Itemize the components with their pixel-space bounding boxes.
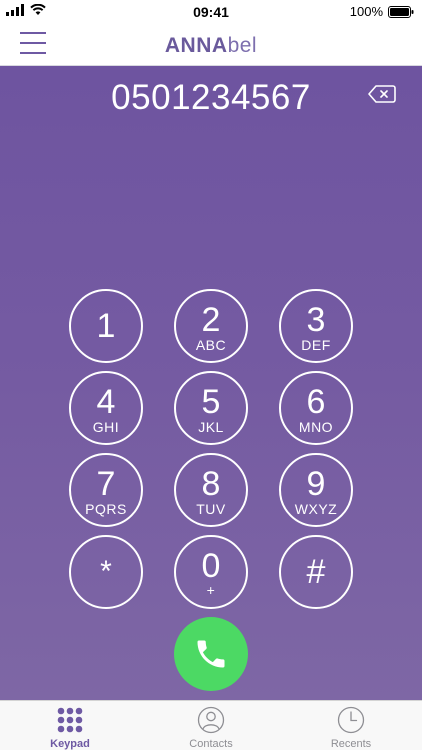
key-letters: PQRS (85, 501, 127, 517)
clock-icon (337, 706, 365, 734)
key-digit: 7 (96, 465, 116, 503)
tab-label: Recents (330, 738, 372, 750)
status-right: 100% (350, 4, 414, 19)
key-letters: DEF (301, 337, 331, 353)
key-9[interactable]: 9 WXYZ (279, 453, 353, 527)
dialed-number: 0501234567 (111, 78, 311, 117)
battery-icon (388, 5, 414, 18)
brand-bold-text: ANNA (164, 34, 228, 57)
key-digit: 1 (96, 307, 116, 345)
app-header: ANNAbel (0, 22, 422, 66)
key-star[interactable]: * (69, 535, 143, 609)
key-4[interactable]: 4 GHI (69, 371, 143, 445)
key-letters: GHI (92, 419, 120, 435)
key-digit: 3 (306, 301, 326, 339)
brand-logo: ANNAbel (0, 34, 422, 58)
key-letters: + (206, 582, 216, 598)
key-3[interactable]: 3 DEF (279, 289, 353, 363)
key-letters: MNO (298, 419, 334, 435)
key-1[interactable]: 1 (69, 289, 143, 363)
key-6[interactable]: 6 MNO (279, 371, 353, 445)
battery-percent: 100% (349, 4, 383, 19)
key-8[interactable]: 8 TUV (174, 453, 248, 527)
tab-label: Keypad (50, 738, 90, 750)
backspace-icon (368, 85, 396, 103)
call-button[interactable] (174, 617, 248, 691)
key-letters: ABC (195, 337, 227, 353)
backspace-button[interactable] (368, 84, 396, 104)
key-digit: # (306, 553, 326, 591)
contacts-person-icon (197, 706, 225, 734)
keypad-grid-icon (57, 707, 83, 733)
tab-recents[interactable]: Recents (281, 701, 421, 750)
key-letters: JKL (198, 419, 224, 435)
key-0[interactable]: 0 + (174, 535, 248, 609)
key-digit: 4 (96, 383, 116, 421)
key-digit: 0 (201, 547, 221, 585)
tab-label: Contacts (189, 738, 233, 750)
key-digit: 9 (306, 465, 326, 503)
tab-bar: Keypad Contacts Recents (0, 700, 422, 750)
status-bar: 09:41 100% (0, 0, 422, 22)
key-2[interactable]: 2 ABC (174, 289, 248, 363)
key-letters: TUV (196, 501, 226, 517)
key-hash[interactable]: # (279, 535, 353, 609)
key-5[interactable]: 5 JKL (174, 371, 248, 445)
key-digit: 2 (201, 301, 221, 339)
phone-icon (197, 640, 225, 668)
key-digit: 8 (201, 465, 221, 503)
dialer-area: 0501234567 1 2 ABC 3 DEF 4 GHI 5 JKL 6 M… (0, 66, 422, 700)
key-digit: 6 (306, 383, 326, 421)
key-7[interactable]: 7 PQRS (69, 453, 143, 527)
tab-keypad[interactable]: Keypad (0, 701, 140, 750)
tab-contacts[interactable]: Contacts (141, 701, 281, 750)
key-digit: 5 (201, 383, 221, 421)
key-letters: WXYZ (294, 501, 338, 517)
phone-screen: 09:41 100% ANNAbel 0501234567 1 2 ABC 3 … (0, 0, 422, 750)
key-digit: * (100, 555, 112, 588)
brand-light-text: bel (227, 34, 258, 57)
